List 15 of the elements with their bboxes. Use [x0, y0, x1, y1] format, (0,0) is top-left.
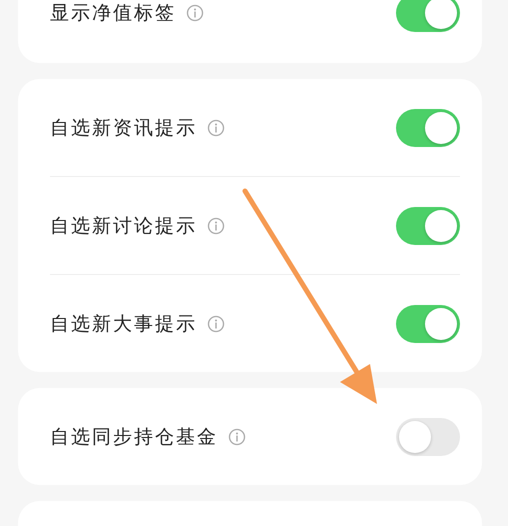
setting-label: 自选新大事提示 — [50, 312, 197, 336]
setting-label: 自选同步持仓基金 — [50, 424, 218, 450]
toggle-switch[interactable] — [396, 418, 460, 456]
info-icon[interactable] — [207, 314, 225, 332]
info-icon[interactable] — [228, 428, 246, 446]
info-icon[interactable] — [207, 118, 225, 136]
toggle-switch[interactable] — [396, 206, 460, 244]
info-icon[interactable] — [186, 4, 204, 22]
toggle-switch[interactable] — [396, 108, 460, 146]
toggle-switch[interactable] — [396, 304, 460, 342]
toggle-switch[interactable] — [396, 0, 460, 32]
setting-label: 自选新资讯提示 — [50, 116, 197, 140]
info-icon[interactable] — [207, 216, 225, 234]
setting-label: 自选新讨论提示 — [50, 214, 197, 238]
setting-label: 显示净值标签 — [50, 1, 176, 26]
